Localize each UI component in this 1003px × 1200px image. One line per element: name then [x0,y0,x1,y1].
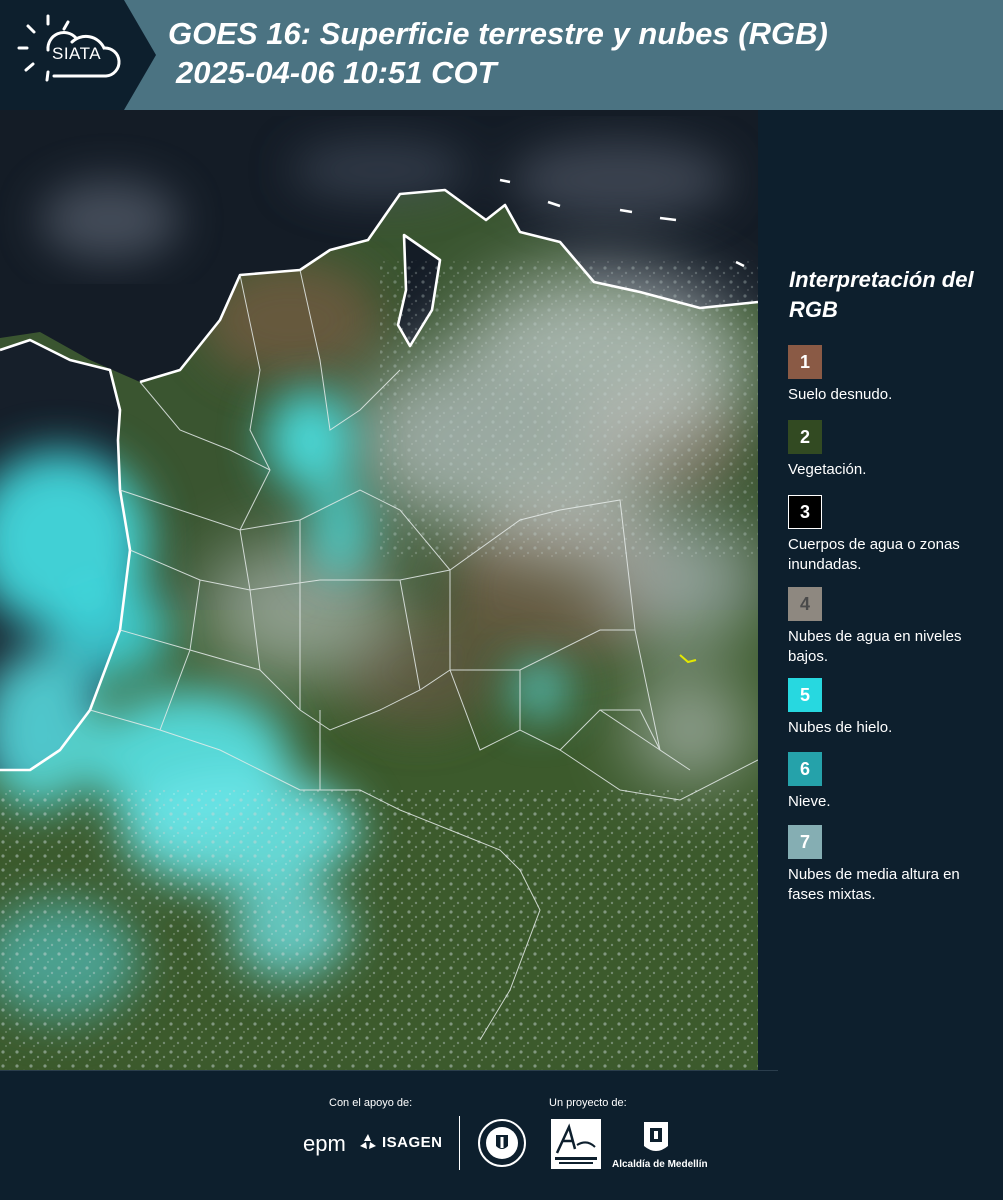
legend-panel: Interpretación del RGB 1 Suelo desnudo. … [760,110,1003,1070]
legend-item: 7 Nubes de media altura en fases mixtas. [788,825,998,905]
satellite-map[interactable] [0,110,758,1070]
legend-item: 1 Suelo desnudo. [788,345,998,405]
footer-vertical-divider [459,1116,460,1170]
page-title: GOES 16: Superficie terrestre y nubes (R… [168,16,828,51]
legend-label: Nubes de media altura en fases mixtas. [788,866,960,903]
legend-label: Nubes de hielo. [788,719,893,736]
timestamp: 2025-04-06 10:51 COT [176,55,497,90]
legend-swatch: 3 [788,495,822,529]
footer: Con el apoyo de: Un proyecto de: epm ISA… [0,1070,1003,1200]
isagen-mark-icon [360,1134,376,1149]
rgb-satellite-image [0,110,758,1070]
footer-divider-line [0,1070,778,1071]
isagen-text: ISAGEN [382,1133,443,1151]
header-bar: SIATA GOES 16: Superficie terrestre y nu… [0,0,1003,110]
epm-logo[interactable]: epm [303,1131,346,1157]
legend-item: 5 Nubes de hielo. [788,678,998,738]
isagen-logo[interactable]: ISAGEN [358,1132,443,1152]
support-label: Con el apoyo de: [329,1097,413,1109]
legend-label: Vegetación. [788,461,867,478]
legend-label: Cuerpos de agua o zonas inundadas. [788,536,960,573]
legend-swatch: 5 [788,678,822,712]
alcaldia-shield-icon[interactable] [642,1120,670,1156]
legend-item: 4 Nubes de agua en niveles bajos. [788,587,998,667]
legend-swatch: 2 [788,420,822,454]
area-metropolitana-logo[interactable] [551,1119,601,1169]
legend-label: Nieve. [788,793,831,810]
legend-item: 2 Vegetación. [788,420,998,480]
legend-label: Suelo desnudo. [788,386,893,403]
legend-swatch: 6 [788,752,822,786]
legend-swatch: 1 [788,345,822,379]
siata-logo[interactable]: SIATA [0,0,156,110]
siata-logo-text: SIATA [52,44,102,63]
legend-item: 3 Cuerpos de agua o zonas inundadas. [788,495,998,575]
medellin-seal-icon[interactable] [477,1118,527,1168]
legend-swatch: 4 [788,587,822,621]
legend-label: Nubes de agua en niveles bajos. [788,628,962,665]
legend-swatch: 7 [788,825,822,859]
legend-item: 6 Nieve. [788,752,998,812]
legend-title: Interpretación del RGB [789,267,974,322]
project-label: Un proyecto de: [549,1097,627,1109]
alcaldia-label: Alcaldía de Medellín [612,1159,708,1170]
